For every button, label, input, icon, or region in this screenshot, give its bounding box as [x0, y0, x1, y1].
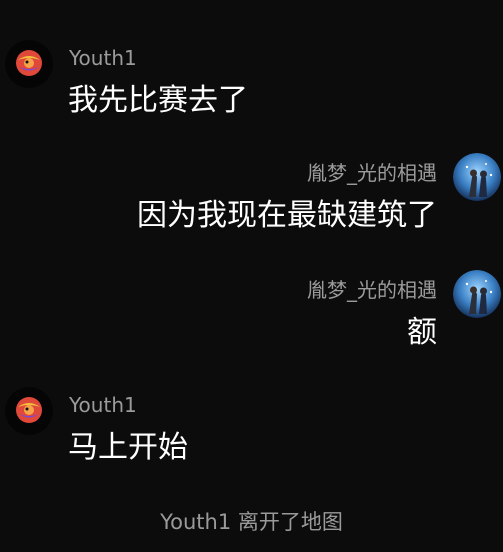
anime-avatar-icon[interactable]	[453, 270, 501, 318]
system-notice: Youth1 离开了地图	[160, 510, 343, 534]
message-text: 额	[407, 315, 437, 350]
message-text: 马上开始	[68, 430, 188, 465]
youth-avatar-icon[interactable]	[5, 387, 53, 435]
anime-avatar-icon[interactable]	[453, 153, 501, 201]
username-label[interactable]: Youth1	[69, 393, 137, 417]
username-label[interactable]: 胤梦_光的相遇	[307, 161, 437, 185]
message-text: 因为我现在最缺建筑了	[137, 198, 437, 233]
youth-avatar-icon[interactable]	[5, 40, 53, 88]
username-label[interactable]: 胤梦_光的相遇	[307, 278, 437, 302]
message-text: 我先比赛去了	[68, 83, 248, 118]
username-label[interactable]: Youth1	[69, 46, 137, 70]
